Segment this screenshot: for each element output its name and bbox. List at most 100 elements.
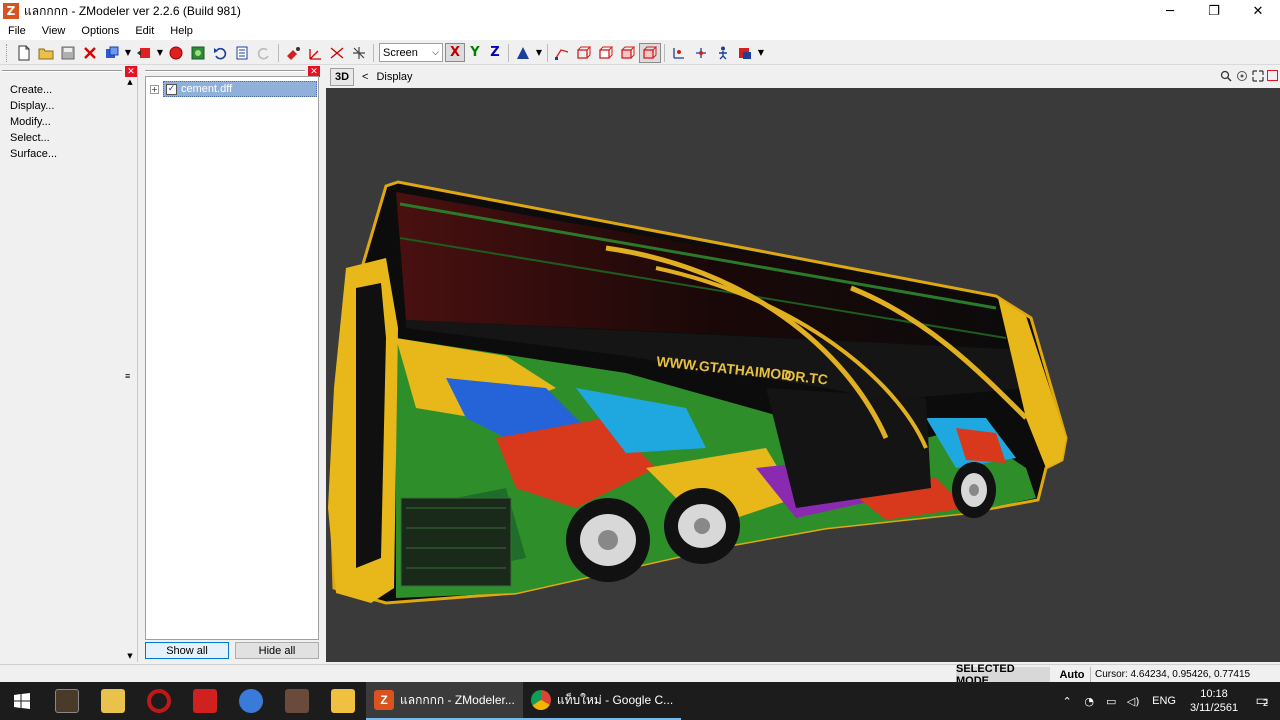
- network-icon[interactable]: ◔: [1078, 695, 1100, 708]
- viewport-header: 3D < Display: [326, 66, 1280, 88]
- command-modify[interactable]: Modify...: [10, 114, 57, 130]
- object-tree: + ✓ cement.dff: [145, 76, 319, 640]
- viewport-3d[interactable]: WWW.GTATHAIMOD OR.TC: [326, 88, 1280, 662]
- hide-all-button[interactable]: Hide all: [235, 642, 319, 659]
- menu-file[interactable]: File: [0, 25, 34, 37]
- undo-move-icon[interactable]: [133, 43, 155, 63]
- status-cursor-coords: Cursor: 4.64234, 0.95426, 0.77415: [1090, 667, 1278, 682]
- pivot-icon[interactable]: [668, 43, 690, 63]
- scroll-up-icon[interactable]: ▲: [124, 76, 136, 88]
- copy-dropdown-icon[interactable]: ▼: [123, 43, 133, 63]
- menu-view[interactable]: View: [34, 25, 74, 37]
- show-hidden-icons-icon[interactable]: ⌃: [1056, 695, 1078, 708]
- minimize-button[interactable]: ─: [1148, 0, 1192, 22]
- zmodeler-app-icon[interactable]: Z: [3, 3, 19, 19]
- toolbar-separator: [547, 43, 548, 62]
- undo-dropdown-icon[interactable]: ▼: [155, 43, 165, 63]
- menu-options[interactable]: Options: [73, 25, 127, 37]
- toolbar-separator: [278, 43, 279, 62]
- battery-icon[interactable]: ▭: [1100, 695, 1122, 708]
- select-object-icon[interactable]: [595, 43, 617, 63]
- settings-icon[interactable]: [734, 43, 756, 63]
- chrome-icon: [530, 690, 551, 710]
- shading-icon[interactable]: [512, 43, 534, 63]
- command-create[interactable]: Create...: [10, 82, 57, 98]
- record-icon[interactable]: [165, 43, 187, 63]
- maximize-button[interactable]: ❐: [1192, 0, 1236, 22]
- zmodeler-task-icon: Z: [374, 690, 394, 710]
- taskbar-app-game-icon[interactable]: [44, 682, 90, 720]
- command-scrollbar[interactable]: ▲ ≡ ▼: [124, 76, 136, 662]
- pan-icon[interactable]: [1235, 69, 1249, 83]
- taskbar-task-chrome[interactable]: แท็บใหม่ - Google C...: [522, 682, 682, 720]
- panel-grip[interactable]: [145, 70, 305, 72]
- scroll-down-icon[interactable]: ▼: [124, 650, 136, 662]
- axis-x-toggle[interactable]: X: [445, 43, 465, 62]
- axis-rotate-icon[interactable]: [326, 43, 348, 63]
- clock[interactable]: 10:18 3/11/2561: [1184, 687, 1244, 715]
- select-group-icon[interactable]: [639, 42, 661, 63]
- tree-item-selected[interactable]: ✓ cement.dff: [163, 81, 317, 97]
- task-label: แลกกกก - ZModeler...: [400, 692, 515, 707]
- command-select[interactable]: Select...: [10, 130, 57, 146]
- view-mode-button[interactable]: 3D: [330, 68, 354, 86]
- select-face-icon[interactable]: [573, 43, 595, 63]
- taskbar-file-explorer-icon[interactable]: [320, 682, 366, 720]
- window-title: แลกกกก - ZModeler ver 2.2.6 (Build 981): [24, 3, 241, 18]
- show-all-button[interactable]: Show all: [145, 642, 229, 659]
- close-button[interactable]: ✕: [1236, 0, 1280, 22]
- toolbar-grip[interactable]: [6, 43, 9, 62]
- new-file-icon[interactable]: [13, 43, 35, 63]
- redo-icon[interactable]: [253, 43, 275, 63]
- axis-scale-icon[interactable]: [348, 43, 370, 63]
- axis-move-icon[interactable]: [304, 43, 326, 63]
- tree-item-label: cement.dff: [181, 83, 233, 95]
- panel-grip[interactable]: [2, 70, 122, 72]
- scroll-grip-icon[interactable]: ≡: [125, 371, 130, 381]
- windows-start-icon[interactable]: [0, 682, 44, 720]
- delete-icon[interactable]: [79, 43, 101, 63]
- command-surface[interactable]: Surface...: [10, 146, 57, 162]
- title-bar: Z แลกกกก - ZModeler ver 2.2.6 (Build 981…: [0, 0, 1280, 22]
- taskbar-app-image-icon[interactable]: [274, 682, 320, 720]
- taskbar-app-car-icon[interactable]: [136, 682, 182, 720]
- visibility-checkbox[interactable]: ✓: [166, 83, 177, 95]
- volume-icon[interactable]: ◁): [1122, 695, 1144, 708]
- main-toolbar: ▼ ▼ Screen ⌵ X Y Z ▼ ▼: [0, 41, 1280, 65]
- taskbar-app-zmodeler-icon[interactable]: [182, 682, 228, 720]
- copy-icon[interactable]: [101, 43, 123, 63]
- taskbar-task-zmodeler[interactable]: Z แลกกกก - ZModeler...: [366, 682, 523, 720]
- select-vertex-icon[interactable]: [551, 43, 573, 63]
- command-display[interactable]: Display...: [10, 98, 57, 114]
- coordinate-space-select[interactable]: Screen ⌵: [379, 43, 443, 62]
- open-folder-icon[interactable]: [35, 43, 57, 63]
- paint-icon[interactable]: [282, 43, 304, 63]
- menu-edit[interactable]: Edit: [127, 25, 162, 37]
- shading-dropdown-icon[interactable]: ▼: [534, 43, 544, 63]
- select-box-icon[interactable]: [617, 43, 639, 63]
- object-tree-panel: ✕ + ✓ cement.dff Show all Hide all: [141, 66, 321, 662]
- tree-item[interactable]: + ✓ cement.dff: [150, 81, 317, 97]
- bus-model-render: WWW.GTATHAIMOD OR.TC: [328, 180, 1068, 605]
- character-icon[interactable]: [712, 43, 734, 63]
- rotate-view-icon[interactable]: [1251, 69, 1265, 83]
- expand-icon[interactable]: +: [150, 84, 159, 94]
- notifications-icon[interactable]: ▭ 2: [1244, 682, 1280, 720]
- save-icon[interactable]: [57, 43, 79, 63]
- task-label: แท็บใหม่ - Google C...: [556, 692, 674, 707]
- menu-help[interactable]: Help: [162, 25, 201, 37]
- coordinate-space-value: Screen: [383, 46, 418, 59]
- pivot-move-icon[interactable]: [690, 43, 712, 63]
- back-arrow-icon[interactable]: <: [362, 71, 368, 83]
- settings-dropdown-icon[interactable]: ▼: [756, 43, 766, 63]
- image-icon[interactable]: [187, 43, 209, 63]
- input-language[interactable]: ENG: [1152, 695, 1176, 707]
- taskbar-app-notes-icon[interactable]: [90, 682, 136, 720]
- document-icon[interactable]: [231, 43, 253, 63]
- zoom-icon[interactable]: [1219, 69, 1233, 83]
- maximize-viewport-icon[interactable]: [1267, 70, 1278, 81]
- axis-y-toggle[interactable]: Y: [465, 43, 485, 62]
- undo-icon[interactable]: [209, 43, 231, 63]
- taskbar-app-globe-icon[interactable]: [228, 682, 274, 720]
- axis-z-toggle[interactable]: Z: [485, 43, 505, 62]
